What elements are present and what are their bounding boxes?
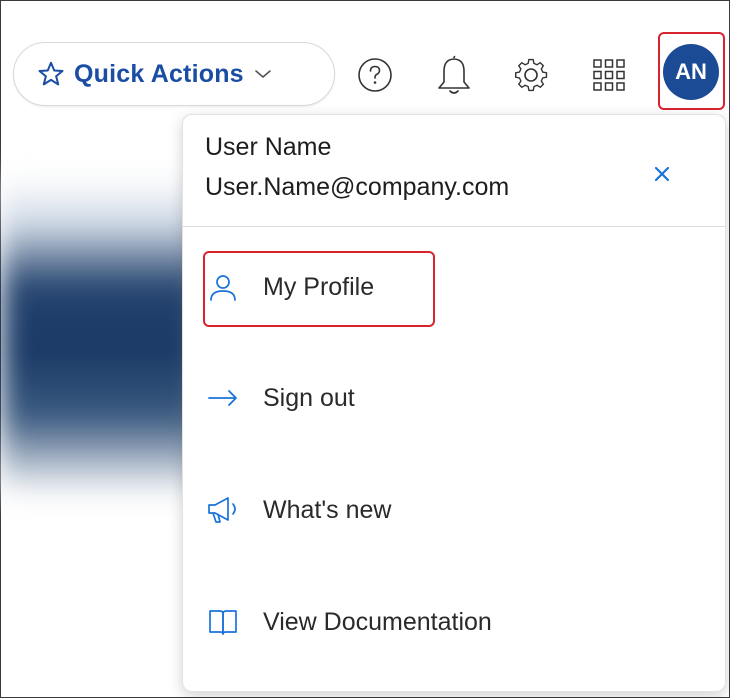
help-icon <box>358 58 392 92</box>
user-name: User Name <box>205 133 332 161</box>
menu-item-label: Sign out <box>263 383 355 412</box>
bell-icon <box>438 55 470 94</box>
top-bar: Quick Actions AN <box>1 1 729 111</box>
user-email: User.Name@company.com <box>205 173 510 201</box>
quick-actions-button[interactable]: Quick Actions <box>13 42 335 106</box>
star-icon <box>38 61 64 86</box>
background-content-blurred <box>1 176 201 496</box>
menu-item-view-documentation[interactable]: View Documentation <box>205 606 492 638</box>
quick-actions-label: Quick Actions <box>74 59 244 88</box>
notifications-button[interactable] <box>432 53 476 97</box>
avatar-button[interactable]: AN <box>663 44 719 100</box>
header-divider <box>183 226 725 227</box>
menu-item-my-profile[interactable]: My Profile <box>205 271 374 303</box>
close-icon <box>654 166 670 182</box>
apps-button[interactable] <box>587 53 631 97</box>
menu-item-label: What's new <box>263 495 392 524</box>
arrow-right-icon <box>205 382 241 414</box>
help-button[interactable] <box>353 53 397 97</box>
book-icon <box>205 606 241 638</box>
settings-button[interactable] <box>509 53 553 97</box>
user-menu-dropdown: User Name User.Name@company.com My Profi… <box>182 114 726 692</box>
apps-grid-icon <box>593 59 625 91</box>
megaphone-icon <box>205 494 241 526</box>
user-icon <box>205 271 241 303</box>
menu-item-label: View Documentation <box>263 607 492 636</box>
chevron-down-icon <box>254 70 271 78</box>
close-button[interactable] <box>650 162 674 186</box>
menu-item-label: My Profile <box>263 272 375 301</box>
gear-icon <box>515 58 548 92</box>
menu-item-whats-new[interactable]: What's new <box>205 494 391 526</box>
menu-item-sign-out[interactable]: Sign out <box>205 382 355 414</box>
